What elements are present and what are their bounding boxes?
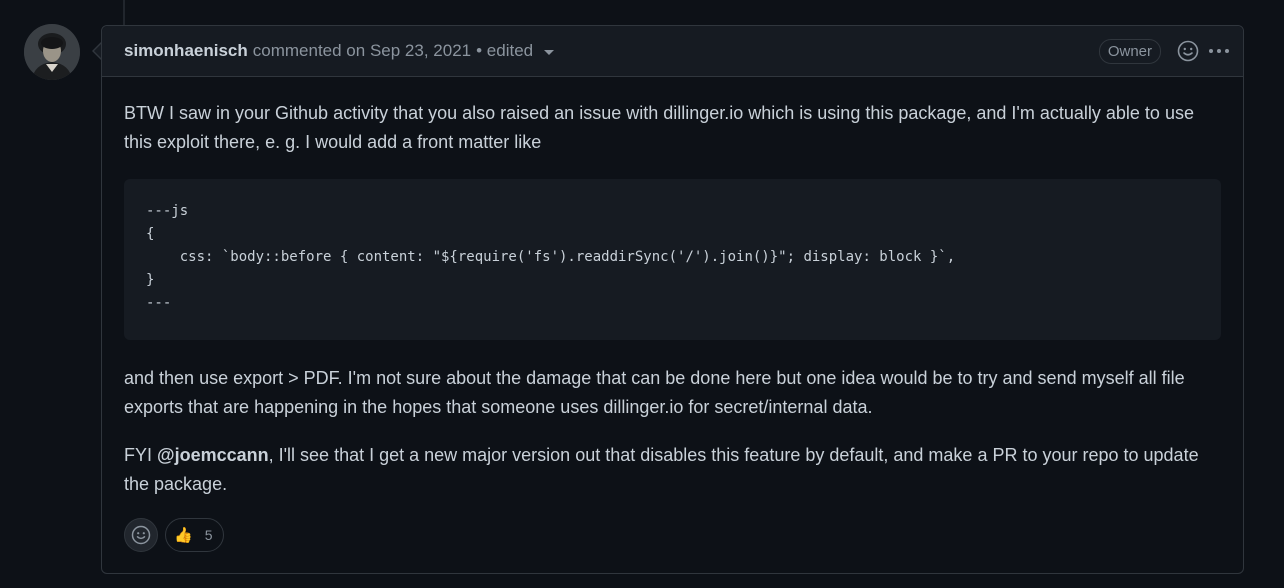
reactions-bar: 👍 5: [124, 518, 225, 552]
code-line: ---js: [146, 203, 189, 219]
avatar-image: [24, 24, 80, 80]
thumbs-up-reaction-button[interactable]: 👍 5: [165, 518, 225, 552]
code-line: css: `body::before { content: "${require…: [146, 249, 956, 265]
code-line: }: [146, 272, 155, 288]
comment-box: simonhaenisch commented on Sep 23, 2021 …: [101, 25, 1244, 574]
code-block: ---js{ css: `body::before { content: "${…: [124, 179, 1221, 340]
header-actions: Owner: [1098, 26, 1229, 76]
caret-down-icon: [544, 50, 555, 55]
fyi-text: FYI: [124, 445, 158, 465]
comment-body: BTW I saw in your Github activity that y…: [102, 99, 1243, 499]
comment-date[interactable]: Sep 23, 2021: [370, 41, 471, 60]
comment-paragraph: and then use export > PDF. I'm not sure …: [124, 368, 1185, 417]
comment-meta: commented on Sep 23, 2021: [253, 41, 471, 61]
comment-header: simonhaenisch commented on Sep 23, 2021 …: [102, 26, 1243, 77]
author-link[interactable]: simonhaenisch: [124, 41, 248, 61]
reaction-count: 5: [204, 527, 213, 543]
code-line: ---: [146, 295, 172, 311]
avatar[interactable]: [24, 24, 80, 80]
edited-dropdown[interactable]: • edited: [476, 41, 555, 61]
edited-label: • edited: [476, 41, 534, 60]
kebab-horizontal-icon[interactable]: [1209, 41, 1229, 61]
comment-paragraph: BTW I saw in your Github activity that y…: [124, 103, 1194, 152]
code-line: {: [146, 226, 155, 242]
commented-text: commented on: [252, 41, 366, 60]
smiley-icon: [131, 525, 151, 545]
add-reaction-button[interactable]: [124, 518, 158, 552]
owner-badge: Owner: [1098, 38, 1161, 64]
smiley-icon[interactable]: [1177, 40, 1199, 62]
timeline-line: [123, 0, 125, 26]
paragraph-text: , I'll see that I get a new major versio…: [124, 445, 1199, 494]
user-mention-link[interactable]: @joemccann: [157, 445, 269, 465]
thumbs-up-icon: 👍: [174, 527, 193, 544]
comment-paragraph: FYI @joemccann, I'll see that I get a ne…: [124, 441, 1221, 499]
